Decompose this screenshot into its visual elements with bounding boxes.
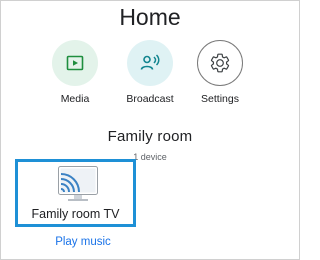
broadcast-icon	[127, 40, 173, 86]
page-title: Home	[119, 4, 181, 30]
settings-button[interactable]: Settings	[185, 40, 255, 105]
play-music-link[interactable]: Play music	[15, 236, 151, 248]
device-name: Family room TV	[31, 207, 120, 221]
media-button[interactable]: Media	[40, 40, 110, 105]
broadcast-button[interactable]: Broadcast	[115, 40, 185, 105]
broadcast-label: Broadcast	[126, 93, 174, 105]
device-card-family-room-tv[interactable]: Family room TV	[15, 159, 136, 227]
room-title: Family room	[107, 128, 193, 145]
cast-tv-icon	[58, 166, 98, 211]
media-icon	[52, 40, 98, 86]
gear-icon	[197, 40, 243, 86]
media-label: Media	[60, 93, 90, 105]
settings-label: Settings	[201, 93, 239, 105]
